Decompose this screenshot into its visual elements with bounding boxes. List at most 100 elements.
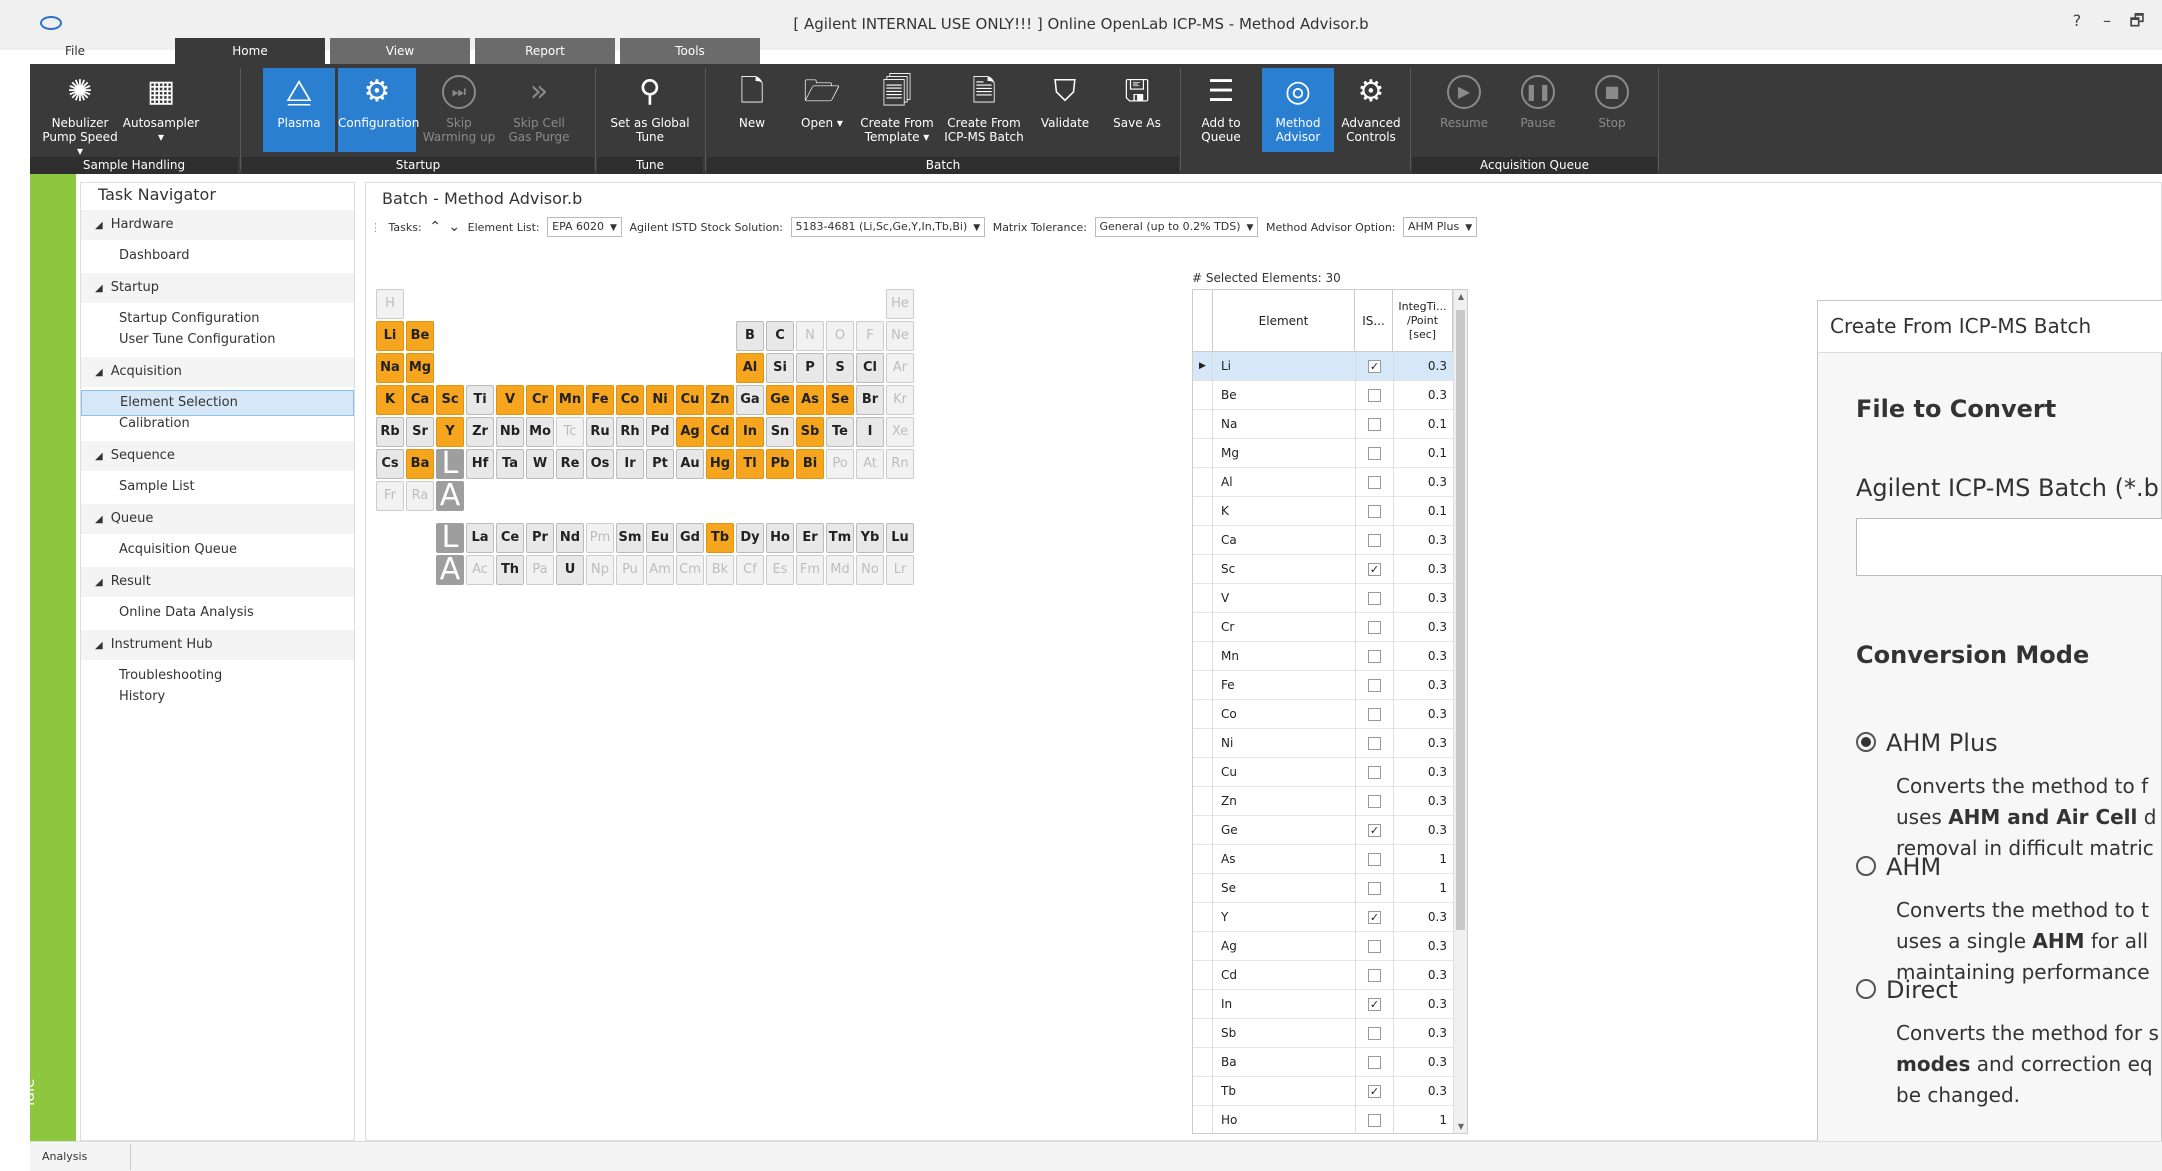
element-kr[interactable]: Kr <box>886 385 914 415</box>
collapse-triangle-icon[interactable]: ◢ <box>95 631 103 661</box>
tab-report[interactable]: Report <box>475 38 615 64</box>
integration-time[interactable]: 1 <box>1439 1106 1447 1133</box>
new-button[interactable]: 🗋 New <box>718 68 786 152</box>
autosampler-button[interactable]: ▦ Autosampler ▾ <box>122 68 200 152</box>
radio-circle-icon[interactable] <box>1856 856 1876 876</box>
element-sb[interactable]: Sb <box>796 417 824 447</box>
element-ge[interactable]: Ge <box>766 385 794 415</box>
element-am[interactable]: Am <box>646 555 674 585</box>
element-fr[interactable]: Fr <box>376 481 404 511</box>
element-xe[interactable]: Xe <box>886 417 914 447</box>
element-cr[interactable]: Cr <box>526 385 554 415</box>
table-row[interactable]: Zn 0.3 <box>1193 787 1453 816</box>
nav-section-acquisition[interactable]: ◢ Acquisition <box>81 357 354 387</box>
is-checkbox[interactable] <box>1368 766 1381 779</box>
table-row[interactable]: Sb 0.3 <box>1193 1019 1453 1048</box>
element-mo[interactable]: Mo <box>526 417 554 447</box>
table-row[interactable]: Sc ✓ 0.3 <box>1193 555 1453 584</box>
integration-time[interactable]: 0.1 <box>1428 439 1447 468</box>
is-checkbox[interactable] <box>1368 969 1381 982</box>
grid-header-integration[interactable]: IntegTi... /Point [sec] <box>1393 290 1453 352</box>
file-input[interactable] <box>1856 518 2162 576</box>
integration-time[interactable]: 0.3 <box>1428 787 1447 816</box>
element-na[interactable]: Na <box>376 353 404 383</box>
element-br[interactable]: Br <box>856 385 884 415</box>
element-te[interactable]: Te <box>826 417 854 447</box>
minimize-button[interactable]: – <box>2092 11 2122 30</box>
integration-time[interactable]: 0.3 <box>1428 468 1447 497</box>
integration-time[interactable]: 0.3 <box>1428 1019 1447 1048</box>
table-row[interactable]: Be 0.3 <box>1193 381 1453 410</box>
element-hg[interactable]: Hg <box>706 449 734 479</box>
is-checkbox[interactable] <box>1368 1027 1381 1040</box>
element-list-dropdown[interactable]: EPA 6020 ▼ <box>547 217 622 237</box>
element-in[interactable]: In <box>736 417 764 447</box>
nav-section-startup[interactable]: ◢ Startup <box>81 273 354 303</box>
table-row[interactable]: V 0.3 <box>1193 584 1453 613</box>
element-ac[interactable]: Ac <box>466 555 494 585</box>
is-checkbox[interactable]: ✓ <box>1368 563 1381 576</box>
collapse-triangle-icon[interactable]: ◢ <box>95 274 103 304</box>
element-s[interactable]: S <box>826 353 854 383</box>
element-sm[interactable]: Sm <box>616 523 644 553</box>
element-i[interactable]: I <box>856 417 884 447</box>
element-pb[interactable]: Pb <box>766 449 794 479</box>
element-ce[interactable]: Ce <box>496 523 524 553</box>
integration-time[interactable]: 1 <box>1439 874 1447 903</box>
element-p[interactable]: P <box>796 353 824 383</box>
set-global-tune-button[interactable]: ⚲ Set as Global Tune <box>610 68 690 152</box>
element-ca[interactable]: Ca <box>406 385 434 415</box>
resume-button[interactable]: ▶ Resume <box>1428 68 1500 152</box>
integration-time[interactable]: 0.3 <box>1428 700 1447 729</box>
method-advisor-button[interactable]: ◎ Method Advisor <box>1262 68 1334 152</box>
tab-view[interactable]: View <box>330 38 470 64</box>
element-cs[interactable]: Cs <box>376 449 404 479</box>
element-rb[interactable]: Rb <box>376 417 404 447</box>
element-f[interactable]: F <box>856 321 884 351</box>
chevron-down-icon[interactable]: ⌄ <box>448 219 460 235</box>
element-al[interactable]: Al <box>736 353 764 383</box>
is-checkbox[interactable]: ✓ <box>1368 1085 1381 1098</box>
create-from-batch-button[interactable]: 🗎 Create From ICP-MS Batch <box>940 68 1028 152</box>
is-checkbox[interactable] <box>1368 447 1381 460</box>
nav-item-acquisition-queue[interactable]: Acquisition Queue <box>81 537 354 563</box>
table-row[interactable]: Mg 0.1 <box>1193 439 1453 468</box>
nav-section-queue[interactable]: ◢ Queue <box>81 504 354 534</box>
table-row[interactable]: Na 0.1 <box>1193 410 1453 439</box>
element-o[interactable]: O <box>826 321 854 351</box>
is-checkbox[interactable] <box>1368 389 1381 402</box>
element-cm[interactable]: Cm <box>676 555 704 585</box>
element-se[interactable]: Se <box>826 385 854 415</box>
table-row[interactable]: Ba 0.3 <box>1193 1048 1453 1077</box>
chevron-up-icon[interactable]: ⌃ <box>429 219 441 235</box>
element-yb[interactable]: Yb <box>856 523 884 553</box>
integration-time[interactable]: 0.3 <box>1428 555 1447 584</box>
collapse-triangle-icon[interactable]: ◢ <box>95 568 103 598</box>
element-zr[interactable]: Zr <box>466 417 494 447</box>
element-lr[interactable]: Lr <box>886 555 914 585</box>
element-ta[interactable]: Ta <box>496 449 524 479</box>
element-y[interactable]: Y <box>436 417 464 447</box>
element-bk[interactable]: Bk <box>706 555 734 585</box>
element-ho[interactable]: Ho <box>766 523 794 553</box>
scroll-down-icon[interactable]: ▼ <box>1454 1122 1467 1131</box>
element-pu[interactable]: Pu <box>616 555 644 585</box>
is-checkbox[interactable] <box>1368 708 1381 721</box>
element-np[interactable]: Np <box>586 555 614 585</box>
element-pm[interactable]: Pm <box>586 523 614 553</box>
integration-time[interactable]: 0.3 <box>1428 671 1447 700</box>
help-button[interactable]: ? <box>2062 11 2092 30</box>
table-row[interactable]: Cr 0.3 <box>1193 613 1453 642</box>
table-row[interactable]: Se 1 <box>1193 874 1453 903</box>
element-gd[interactable]: Gd <box>676 523 704 553</box>
nav-item-sample-list[interactable]: Sample List <box>81 474 354 500</box>
collapse-triangle-icon[interactable]: ◢ <box>95 505 103 535</box>
is-checkbox[interactable] <box>1368 882 1381 895</box>
element-la[interactable]: La <box>466 523 494 553</box>
table-row[interactable]: ▶ Li ✓ 0.3 <box>1193 352 1453 381</box>
element-eu[interactable]: Eu <box>646 523 674 553</box>
table-row[interactable]: Cu 0.3 <box>1193 758 1453 787</box>
element-w[interactable]: W <box>526 449 554 479</box>
integration-time[interactable]: 0.3 <box>1428 729 1447 758</box>
element-ru[interactable]: Ru <box>586 417 614 447</box>
